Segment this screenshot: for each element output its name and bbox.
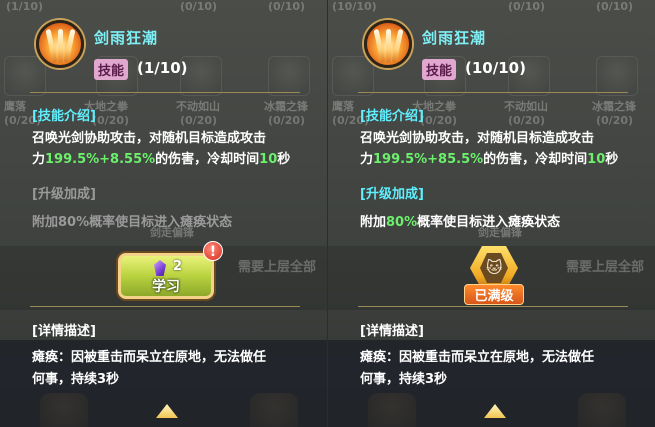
cat-emblem-icon: 🐱	[486, 258, 503, 277]
upgrade-description: 附加80%概率使目标进入瘫痪状态	[360, 212, 632, 233]
skill-detail-panel-left: (1/10) (0/10) (0/10) 鹰落 大地之拳 不动如山 冰霜之锋 (…	[0, 0, 327, 427]
divider	[358, 92, 628, 93]
intro-text: 秒	[277, 152, 291, 167]
alert-icon: !	[203, 241, 223, 261]
intro-line: 召唤光剑协助攻击，对随机目标造成攻击	[32, 131, 267, 146]
divider	[358, 306, 628, 307]
detail-line: 瘫痪：因被重击而呆立在原地，无法做任	[360, 350, 595, 365]
divider	[30, 306, 300, 307]
intro-line: 召唤光剑协助攻击，对随机目标造成攻击	[360, 131, 595, 146]
upgrade-value: 80%	[386, 215, 418, 230]
max-level-label: 已满级	[464, 284, 524, 305]
intro-text: 秒	[605, 152, 619, 167]
upgrade-text: 附加	[32, 215, 59, 230]
upgrade-text: 附加	[360, 215, 387, 230]
detail-header: [详情描述]	[360, 324, 424, 339]
divider	[30, 92, 300, 93]
skill-level: (10/10)	[465, 59, 526, 77]
intro-description: 召唤光剑协助攻击，对随机目标造成攻击 力199.5%+8.55%的伤害，冷却时间…	[32, 128, 304, 170]
intro-text: 力	[32, 152, 46, 167]
detail-description: 瘫痪：因被重击而呆立在原地，无法做任 何事，持续3秒	[32, 347, 308, 391]
upgrade-header: [升级加成]	[32, 187, 96, 202]
blade-icon	[63, 28, 76, 64]
detail-header: [详情描述]	[32, 324, 96, 339]
detail-line: 何事，持续3秒	[32, 372, 120, 387]
purple-gem-icon	[154, 260, 166, 276]
upgrade-description: 附加80%概率使目标进入瘫痪状态	[32, 212, 304, 233]
cooldown-value: 10	[259, 152, 278, 167]
blade-icon	[45, 28, 58, 64]
skill-type-badge: 技能	[94, 59, 129, 80]
detail-description: 瘫痪：因被重击而呆立在原地，无法做任 何事，持续3秒	[360, 347, 636, 391]
learn-cost: 2	[173, 259, 183, 274]
blade-icon	[386, 29, 391, 63]
intro-header: [技能介绍]	[32, 109, 96, 124]
upgrade-value: 80%	[58, 215, 90, 230]
skill-name: 剑雨狂潮	[422, 29, 487, 47]
intro-header: [技能介绍]	[360, 109, 424, 124]
upgrade-text: 概率使目标进入瘫痪状态	[417, 215, 561, 230]
intro-text: 力	[360, 152, 374, 167]
upgrade-header: [升级加成]	[360, 187, 424, 202]
skill-popup: 剑雨狂潮 技能 (10/10) [技能介绍] 召唤光剑协助攻击，对随机目标造成攻…	[328, 8, 655, 427]
sword-rain-skill-icon	[36, 20, 84, 68]
damage-value: 199.5%+85.5%	[373, 152, 484, 167]
skill-popup: 剑雨狂潮 技能 (1/10) [技能介绍] 召唤光剑协助攻击，对随机目标造成攻击…	[0, 8, 327, 427]
blade-icon	[391, 28, 404, 64]
skill-type-badge: 技能	[422, 59, 457, 80]
learn-button-label: 学习	[152, 279, 180, 295]
skill-level: (1/10)	[137, 59, 188, 77]
upgrade-text: 概率使目标进入瘫痪状态	[89, 215, 233, 230]
damage-value: 199.5%+8.55%	[45, 152, 156, 167]
intro-text: 的伤害，冷却时间	[483, 152, 588, 167]
cooldown-value: 10	[587, 152, 606, 167]
intro-description: 召唤光剑协助攻击，对随机目标造成攻击 力199.5%+85.5%的伤害，冷却时间…	[360, 128, 632, 170]
skill-name: 剑雨狂潮	[94, 29, 159, 47]
max-level-badge: 🐱 已满级	[464, 246, 524, 305]
sword-rain-skill-icon	[364, 20, 412, 68]
skill-detail-panel-right: (10/10) (0/10) (0/10) 鹰落 大地之拳 不动如山 冰霜之锋 …	[328, 0, 655, 427]
blade-icon	[373, 28, 386, 64]
intro-text: 的伤害，冷却时间	[155, 152, 260, 167]
learn-button[interactable]: 2 学习	[118, 253, 214, 299]
detail-line: 何事，持续3秒	[360, 372, 448, 387]
blade-icon	[58, 29, 63, 63]
detail-line: 瘫痪：因被重击而呆立在原地，无法做任	[32, 350, 267, 365]
